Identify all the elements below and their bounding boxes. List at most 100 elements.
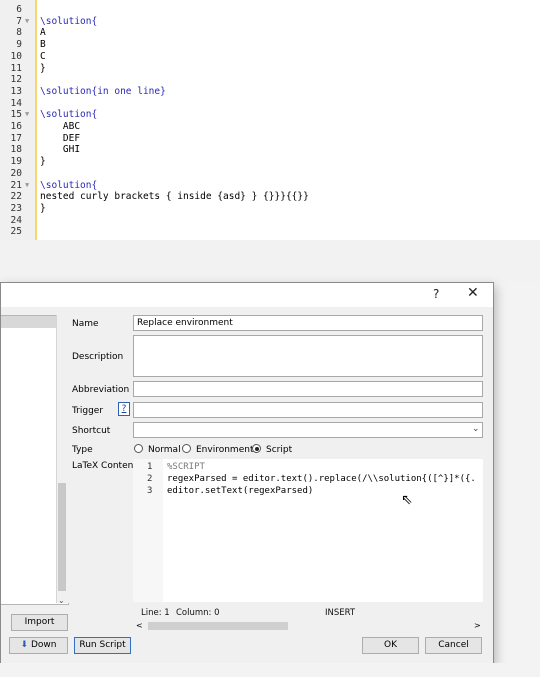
editor-line: 17 DEF <box>0 133 540 145</box>
code-text: B <box>40 39 46 51</box>
editor-line: 14 <box>0 98 540 110</box>
editor-line: 10 C <box>0 51 540 63</box>
latex-content-label: LaTeX Content <box>72 461 137 471</box>
line-number: 15 <box>10 109 22 121</box>
scroll-left-icon[interactable]: < <box>136 621 143 630</box>
editor-line: 20 <box>0 168 540 180</box>
type-environment-label[interactable]: Environment <box>196 445 253 455</box>
mouse-cursor-icon: ⇖ <box>401 492 413 508</box>
line-number: 17 <box>10 132 22 144</box>
line-number: 10 <box>10 50 22 62</box>
editor-line: 24 <box>0 215 540 227</box>
code-text: GHI <box>40 144 81 156</box>
import-button[interactable]: Import <box>11 614 68 631</box>
editor-line: 12 <box>0 74 540 86</box>
line-number: 11 <box>10 62 22 74</box>
type-normal-label[interactable]: Normal <box>148 445 181 455</box>
close-icon[interactable]: ✕ <box>467 285 479 301</box>
type-label: Type <box>72 445 93 455</box>
scroll-thumb[interactable] <box>58 483 66 591</box>
code-text: C <box>40 50 46 62</box>
down-button[interactable]: ⬇ Down <box>9 637 68 654</box>
run-script-button[interactable]: Run Script <box>74 637 131 654</box>
editor-line: 9B <box>0 39 540 51</box>
editor-line: 23} <box>0 203 540 215</box>
down-button-label: Down <box>30 640 57 650</box>
editor-empty-area <box>0 240 540 282</box>
content-line-number: 3 <box>147 486 153 496</box>
line-number: 14 <box>10 97 22 109</box>
line-number: 21 <box>10 179 22 191</box>
horizontal-scroll-thumb[interactable] <box>148 622 288 630</box>
line-number: 13 <box>10 85 22 97</box>
name-label: Name <box>72 319 99 329</box>
line-number: 25 <box>10 226 22 238</box>
editor-line: 6 <box>0 4 540 16</box>
chevron-down-icon[interactable]: ⌄ <box>472 424 480 434</box>
code-text: ABC <box>40 121 81 132</box>
ok-button[interactable]: OK <box>362 637 419 654</box>
line-number: 7 <box>16 15 22 27</box>
code-text: DEF <box>40 132 81 144</box>
code-text: \solution{in one line} <box>40 85 166 97</box>
editor-line: 15 ▼ \solution{ <box>0 109 540 121</box>
status-mode: INSERT <box>325 608 356 618</box>
editor-line: 11} <box>0 63 540 75</box>
description-field[interactable] <box>133 335 483 377</box>
line-number: 8 <box>16 27 22 39</box>
code-text: A <box>40 27 46 39</box>
trigger-field[interactable] <box>133 402 483 418</box>
fold-toggle-icon[interactable]: ▼ <box>25 108 29 120</box>
line-number: 9 <box>16 39 22 51</box>
type-normal-radio[interactable] <box>134 444 143 453</box>
scroll-down-icon[interactable]: ⌄ <box>58 596 65 605</box>
selected-macro-row[interactable] <box>1 316 56 328</box>
content-line-number: 1 <box>147 462 153 472</box>
editor-line: 18 GHI <box>0 144 540 156</box>
code-text: \solution{ <box>40 179 98 191</box>
type-script-radio[interactable] <box>252 444 261 453</box>
status-column: Column: 0 <box>176 608 220 618</box>
type-script-label[interactable]: Script <box>266 445 292 455</box>
line-number: 24 <box>10 214 22 226</box>
code-text: } <box>40 62 46 74</box>
cancel-button[interactable]: Cancel <box>425 637 482 654</box>
line-number: 19 <box>10 156 22 168</box>
bottom-background <box>0 663 540 677</box>
content-line: editor.setText(regexParsed) <box>167 486 314 496</box>
editor-line: 22 nested curly brackets { inside {asd} }… <box>0 191 540 203</box>
trigger-label: Trigger <box>72 406 104 416</box>
editor-line: 21 ▼ \solution{ <box>0 180 540 192</box>
editor-line: 8A <box>0 27 540 39</box>
content-line: %SCRIPT <box>167 462 205 472</box>
editor-line: 7 ▼ \solution{ <box>0 16 540 28</box>
trigger-help-button[interactable]: ? <box>118 402 130 416</box>
line-number: 16 <box>10 121 22 132</box>
code-text: } <box>40 202 46 214</box>
editor-line: 19} <box>0 156 540 168</box>
fold-toggle-icon[interactable]: ▼ <box>25 15 29 27</box>
line-number: 22 <box>10 191 22 203</box>
help-icon[interactable]: ? <box>433 287 439 301</box>
editor-line: 13 \solution{in one line} <box>0 86 540 98</box>
scroll-right-icon[interactable]: > <box>474 621 481 630</box>
editor-line: 25 <box>0 226 540 238</box>
code-text: \solution{ <box>40 109 98 121</box>
line-number: 20 <box>10 167 22 179</box>
line-number: 23 <box>10 202 22 214</box>
type-environment-radio[interactable] <box>182 444 191 453</box>
code-text: \solution{ <box>40 15 98 27</box>
shortcut-label: Shortcut <box>72 426 111 436</box>
abbreviation-field[interactable] <box>133 381 483 397</box>
status-line: Line: 1 <box>141 608 170 618</box>
abbreviation-label: Abbreviation <box>72 385 130 395</box>
code-text: } <box>40 156 46 168</box>
line-number: 6 <box>16 4 22 15</box>
code-text: nested curly brackets { inside {asd} } {… <box>40 191 309 203</box>
macro-dialog: ? ✕ ⌄ Name Replace environment Descripti… <box>0 282 494 665</box>
description-label: Description <box>72 352 124 362</box>
name-field[interactable]: Replace environment <box>133 315 483 331</box>
fold-toggle-icon[interactable]: ▼ <box>25 179 29 191</box>
arrow-down-icon: ⬇ <box>20 640 31 650</box>
shortcut-select[interactable] <box>133 422 483 438</box>
